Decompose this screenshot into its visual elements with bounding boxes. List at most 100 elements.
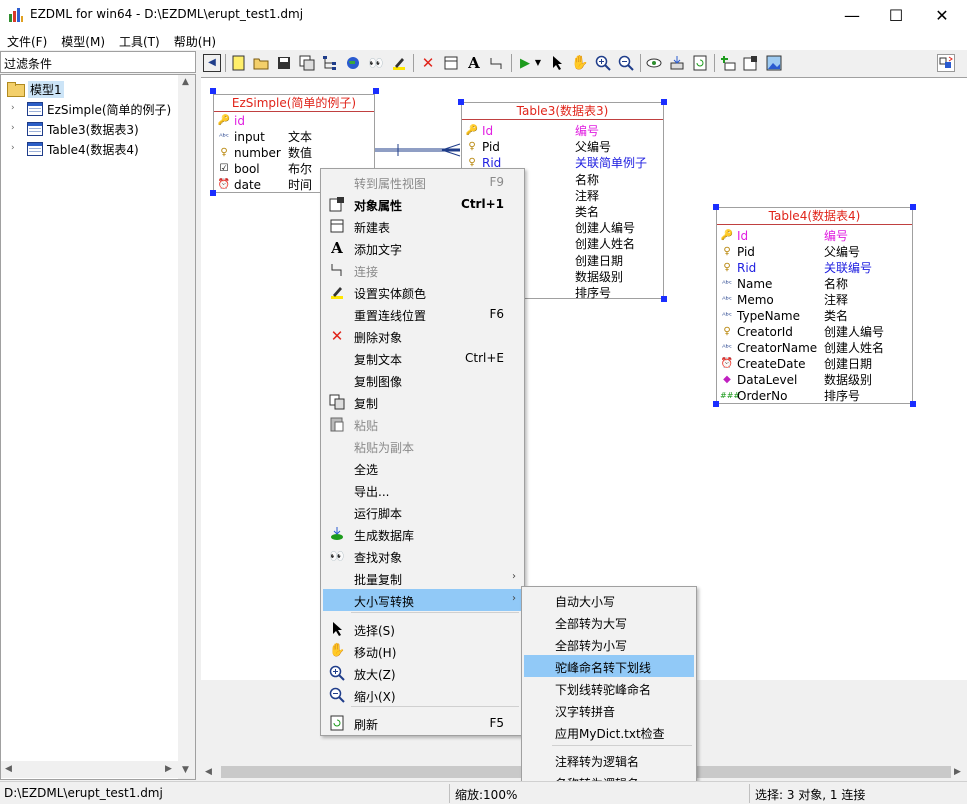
save-as-icon[interactable] xyxy=(298,54,316,72)
selection-handle[interactable] xyxy=(661,99,667,105)
hand-icon[interactable]: ✋ xyxy=(571,54,589,72)
entity-field-row[interactable]: ♀ Pid 父编号 xyxy=(462,139,663,155)
context-menu-item[interactable]: 连接 xyxy=(323,259,522,281)
delete-icon[interactable]: ✕ xyxy=(419,54,437,72)
context-menu-item[interactable]: 全选 xyxy=(323,457,522,479)
context-menu-item[interactable]: 转到属性视图 F9 xyxy=(323,171,522,193)
entity-field-row[interactable]: ᴬᵇᶜ CreatorName 创建人姓名 xyxy=(717,340,912,356)
entity-field-row[interactable]: ♀ Pid 父编号 xyxy=(717,244,912,260)
open-folder-icon[interactable] xyxy=(252,54,270,72)
context-menu-item[interactable]: 生成数据库 xyxy=(323,523,522,545)
context-menu-item[interactable]: 刷新 F5 xyxy=(323,712,522,734)
toggle-panel-icon[interactable]: ◀ xyxy=(203,54,221,72)
new-table-icon[interactable] xyxy=(442,54,460,72)
scroll-up-arrow-icon[interactable]: ▲ xyxy=(182,77,189,87)
context-menu-item[interactable]: 设置实体颜色 xyxy=(323,281,522,303)
entity-field-row[interactable]: ᴬᵇᶜ Name 名称 xyxy=(717,276,912,292)
context-menu-item[interactable]: A 添加文字 xyxy=(323,237,522,259)
menu-help[interactable]: 帮助(H) xyxy=(167,30,223,50)
context-menu-item[interactable]: 复制 xyxy=(323,391,522,413)
tree-vertical-scrollbar[interactable]: ▲ ▼ xyxy=(178,75,195,779)
context-menu-item[interactable]: 对象属性 Ctrl+1 xyxy=(323,193,522,215)
menu-tools[interactable]: 工具(T) xyxy=(112,30,167,50)
entity-field-row[interactable]: ♀ CreatorId 创建人编号 xyxy=(717,324,912,340)
selection-handle[interactable] xyxy=(210,190,216,196)
relationship-line[interactable] xyxy=(372,140,472,160)
selection-handle[interactable] xyxy=(713,204,719,210)
panel-splitter[interactable] xyxy=(196,51,200,780)
submenu-item[interactable]: 注释转为逻辑名 xyxy=(524,749,694,771)
submenu-item[interactable]: 汉字转拼音 xyxy=(524,699,694,721)
menu-model[interactable]: 模型(M) xyxy=(54,30,112,50)
selection-handle[interactable] xyxy=(661,296,667,302)
expand-arrow-icon[interactable]: › xyxy=(11,123,19,133)
context-menu-item[interactable]: ✋ 移动(H) xyxy=(323,640,522,662)
context-menu-item[interactable]: 粘贴为副本 xyxy=(323,435,522,457)
context-menu-item[interactable]: 选择(S) xyxy=(323,618,522,640)
minimize-button[interactable]: — xyxy=(829,0,875,30)
entity-field-row[interactable]: ⏰ CreateDate 创建日期 xyxy=(717,356,912,372)
entity-field-row[interactable]: 🔑 Id 编号 xyxy=(717,228,912,244)
refresh-icon[interactable] xyxy=(691,54,709,72)
context-menu-item[interactable]: 运行脚本 xyxy=(323,501,522,523)
image-icon[interactable] xyxy=(765,54,783,72)
submenu-item[interactable]: 自动大小写 xyxy=(524,589,694,611)
tree-item-ezsimple[interactable]: EzSimple(简单的例子) xyxy=(27,99,171,119)
properties-icon[interactable] xyxy=(742,54,760,72)
context-menu-item[interactable]: 导出... xyxy=(323,479,522,501)
selection-handle[interactable] xyxy=(458,99,464,105)
selection-handle[interactable] xyxy=(910,204,916,210)
entity-field-row[interactable]: ᴬᵇᶜ input 文本 xyxy=(214,129,374,145)
expand-arrow-icon[interactable]: › xyxy=(11,103,19,113)
selection-handle[interactable] xyxy=(210,88,216,94)
menu-file[interactable]: 文件(F) xyxy=(0,30,54,50)
scroll-right-arrow-icon[interactable]: ▶ xyxy=(954,767,961,777)
submenu-item[interactable]: 应用MyDict.txt检查 xyxy=(524,721,694,743)
submenu-item[interactable]: 下划线转驼峰命名 xyxy=(524,677,694,699)
submenu-item[interactable]: 全部转为小写 xyxy=(524,633,694,655)
run-dropdown-icon[interactable]: ▼ xyxy=(533,54,543,72)
context-menu-item[interactable]: ✕ 删除对象 xyxy=(323,325,522,347)
context-menu-item[interactable]: 放大(Z) xyxy=(323,662,522,684)
tree-item-table4[interactable]: Table4(数据表4) xyxy=(27,139,139,159)
entity-field-row[interactable]: ᴬᵇᶜ TypeName 类名 xyxy=(717,308,912,324)
tree-root-model[interactable]: 模型1 xyxy=(7,79,64,99)
submenu-item[interactable]: 驼峰命名转下划线 xyxy=(524,655,694,677)
scroll-right-arrow-icon[interactable]: ▶ xyxy=(165,764,172,774)
context-menu-item[interactable]: 缩小(X) xyxy=(323,684,522,706)
entity-field-row[interactable]: ◆ DataLevel 数据级别 xyxy=(717,372,912,388)
context-menu-item[interactable]: 👀 查找对象 xyxy=(323,545,522,567)
context-menu-item[interactable]: 批量复制 › xyxy=(323,567,522,589)
expand-arrow-icon[interactable]: › xyxy=(11,143,19,153)
context-menu-item[interactable]: 新建表 xyxy=(323,215,522,237)
context-menu-item[interactable]: 大小写转换 › xyxy=(323,589,522,611)
close-button[interactable]: ✕ xyxy=(919,0,965,30)
submenu-item[interactable]: 全部转为大写 xyxy=(524,611,694,633)
entity-field-row[interactable]: ᴬᵇᶜ Memo 注释 xyxy=(717,292,912,308)
view-eye-icon[interactable] xyxy=(645,54,663,72)
globe-icon[interactable] xyxy=(344,54,362,72)
zoom-out-icon[interactable] xyxy=(617,54,635,72)
maximize-button[interactable]: ☐ xyxy=(873,0,919,30)
context-menu-item[interactable]: 重置连线位置 F6 xyxy=(323,303,522,325)
entity-field-row[interactable]: 🔑 id xyxy=(214,113,374,129)
add-text-icon[interactable]: A xyxy=(465,54,483,72)
scroll-left-arrow-icon[interactable]: ◀ xyxy=(5,764,12,774)
tree-structure-icon[interactable] xyxy=(321,54,339,72)
entity-field-row[interactable]: ♀ Rid 关联编号 xyxy=(717,260,912,276)
highlight-pen-icon[interactable] xyxy=(390,54,408,72)
entity-table4[interactable]: Table4(数据表4) 🔑 Id 编号 ♀ Pid 父编号 ♀ Rid 关联编号 ᴬᵇᶜ Name… xyxy=(716,207,913,404)
window-layout-icon[interactable] xyxy=(937,54,955,72)
tree-horizontal-scrollbar[interactable]: ◀ ▶ xyxy=(1,761,178,778)
context-menu-item[interactable]: 粘贴 xyxy=(323,413,522,435)
save-icon[interactable] xyxy=(275,54,293,72)
selection-handle[interactable] xyxy=(713,401,719,407)
context-menu-item[interactable]: 复制图像 xyxy=(323,369,522,391)
selection-handle[interactable] xyxy=(373,88,379,94)
entity-field-row[interactable]: ### OrderNo 排序号 xyxy=(717,388,912,404)
entity-field-row[interactable]: 🔑 Id 编号 xyxy=(462,123,663,139)
filter-input[interactable]: 过滤条件 xyxy=(0,51,196,73)
tree-item-table3[interactable]: Table3(数据表3) xyxy=(27,119,139,139)
new-file-icon[interactable] xyxy=(230,54,248,72)
scroll-down-arrow-icon[interactable]: ▼ xyxy=(182,765,189,775)
